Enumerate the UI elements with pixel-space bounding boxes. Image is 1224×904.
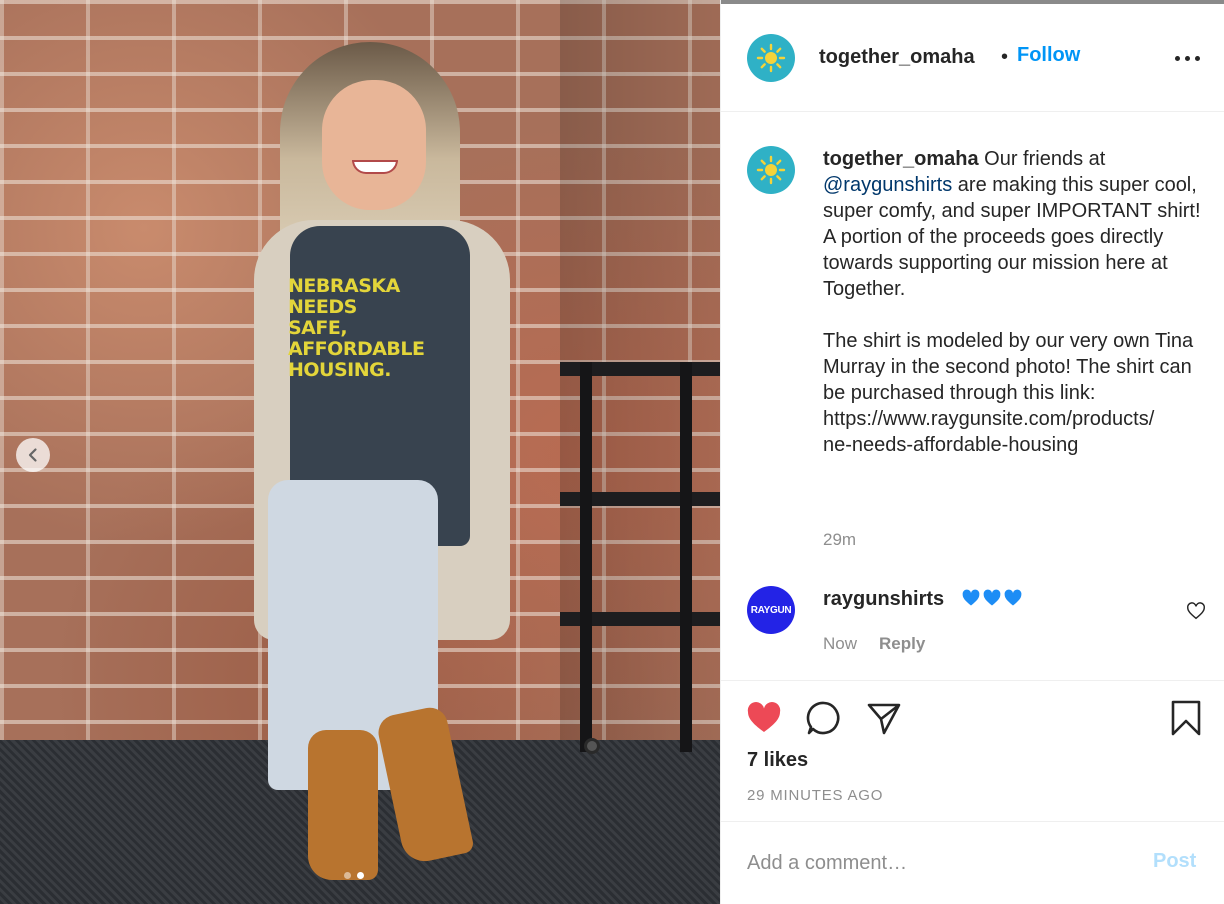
sun-logo-icon xyxy=(756,43,786,73)
model-person: NEBRASKA NEEDS SAFE, AFFORDABLE HOUSING. xyxy=(240,30,520,904)
likes-count[interactable]: 7 likes xyxy=(747,749,808,772)
caption-author-avatar[interactable] xyxy=(747,146,795,194)
caption-text: together_omaha Our friends at @raygunshi… xyxy=(823,146,1215,458)
chevron-left-icon xyxy=(28,448,37,462)
shirt-print-line: NEEDS xyxy=(288,296,357,318)
post-header: together_omaha • Follow xyxy=(721,4,1224,112)
carousel-dot-active xyxy=(357,872,364,879)
av-cart xyxy=(560,362,720,762)
post-details-panel: together_omaha • Follow together_omaha O… xyxy=(720,0,1224,904)
author-username[interactable]: together_omaha xyxy=(819,46,975,69)
caption-author-username[interactable]: together_omaha xyxy=(823,148,979,170)
comment-item: RAYGUN raygunshirts Now Reply xyxy=(721,586,1224,680)
paper-plane-icon xyxy=(867,703,901,735)
header-separator: • xyxy=(1001,46,1009,68)
comment-text-blue-hearts xyxy=(961,588,1023,608)
model-boot xyxy=(375,704,475,866)
commenter-username[interactable]: raygunshirts xyxy=(823,588,944,611)
caption-timestamp: 29m xyxy=(823,530,857,549)
shirt-print: NEBRASKA NEEDS SAFE, AFFORDABLE HOUSING. xyxy=(288,276,448,381)
cart-post xyxy=(580,362,592,752)
post-timestamp: 29 MINUTES AGO xyxy=(747,787,884,804)
model-face xyxy=(322,80,426,210)
post-photo: NEBRASKA NEEDS SAFE, AFFORDABLE HOUSING. xyxy=(0,0,720,904)
blue-heart-icon xyxy=(1004,589,1022,606)
comment-input[interactable] xyxy=(747,848,1127,878)
comment-timestamp: Now xyxy=(823,634,858,653)
shirt-print-line: NEBRASKA xyxy=(288,275,400,297)
caption-body-part: Our friends at xyxy=(984,148,1106,170)
comment-reply-button[interactable]: Reply xyxy=(879,634,925,654)
bookmark-icon xyxy=(1171,700,1201,736)
speech-bubble-icon xyxy=(806,701,840,735)
cart-post xyxy=(680,362,692,752)
like-button[interactable] xyxy=(745,699,783,737)
more-horizontal-icon xyxy=(1174,55,1180,61)
blue-heart-icon xyxy=(983,589,1001,606)
cart-wheel xyxy=(584,738,600,754)
save-button[interactable] xyxy=(1167,699,1205,737)
author-avatar[interactable] xyxy=(747,34,795,82)
shirt-print-line: HOUSING. xyxy=(288,359,391,381)
more-options-button[interactable] xyxy=(1167,44,1207,72)
heart-filled-icon xyxy=(747,702,781,732)
carousel-previous-button[interactable] xyxy=(16,438,50,472)
caption-body-part: are making this super cool, super comfy,… xyxy=(823,174,1201,456)
blue-heart-icon xyxy=(962,589,980,606)
model-smile xyxy=(352,160,398,174)
shirt-print-line: AFFORDABLE xyxy=(288,338,425,360)
carousel-dot xyxy=(344,872,351,879)
caption-mention-link[interactable]: @raygunshirts xyxy=(823,174,952,196)
comment-button[interactable] xyxy=(805,699,843,737)
model-boot xyxy=(308,730,378,880)
follow-button[interactable]: Follow xyxy=(1017,44,1080,67)
post-comment-button[interactable]: Post xyxy=(1153,850,1196,873)
shirt-print-line: SAFE, xyxy=(288,317,348,339)
commenter-avatar[interactable]: RAYGUN xyxy=(747,586,795,634)
post-actions: 7 likes 29 MINUTES AGO xyxy=(721,680,1224,822)
carousel-indicator xyxy=(344,872,364,879)
comment-like-heart-icon[interactable] xyxy=(1185,600,1207,622)
share-button[interactable] xyxy=(865,699,903,737)
add-comment-bar: Post xyxy=(721,822,1224,904)
sun-logo-icon xyxy=(756,155,786,185)
